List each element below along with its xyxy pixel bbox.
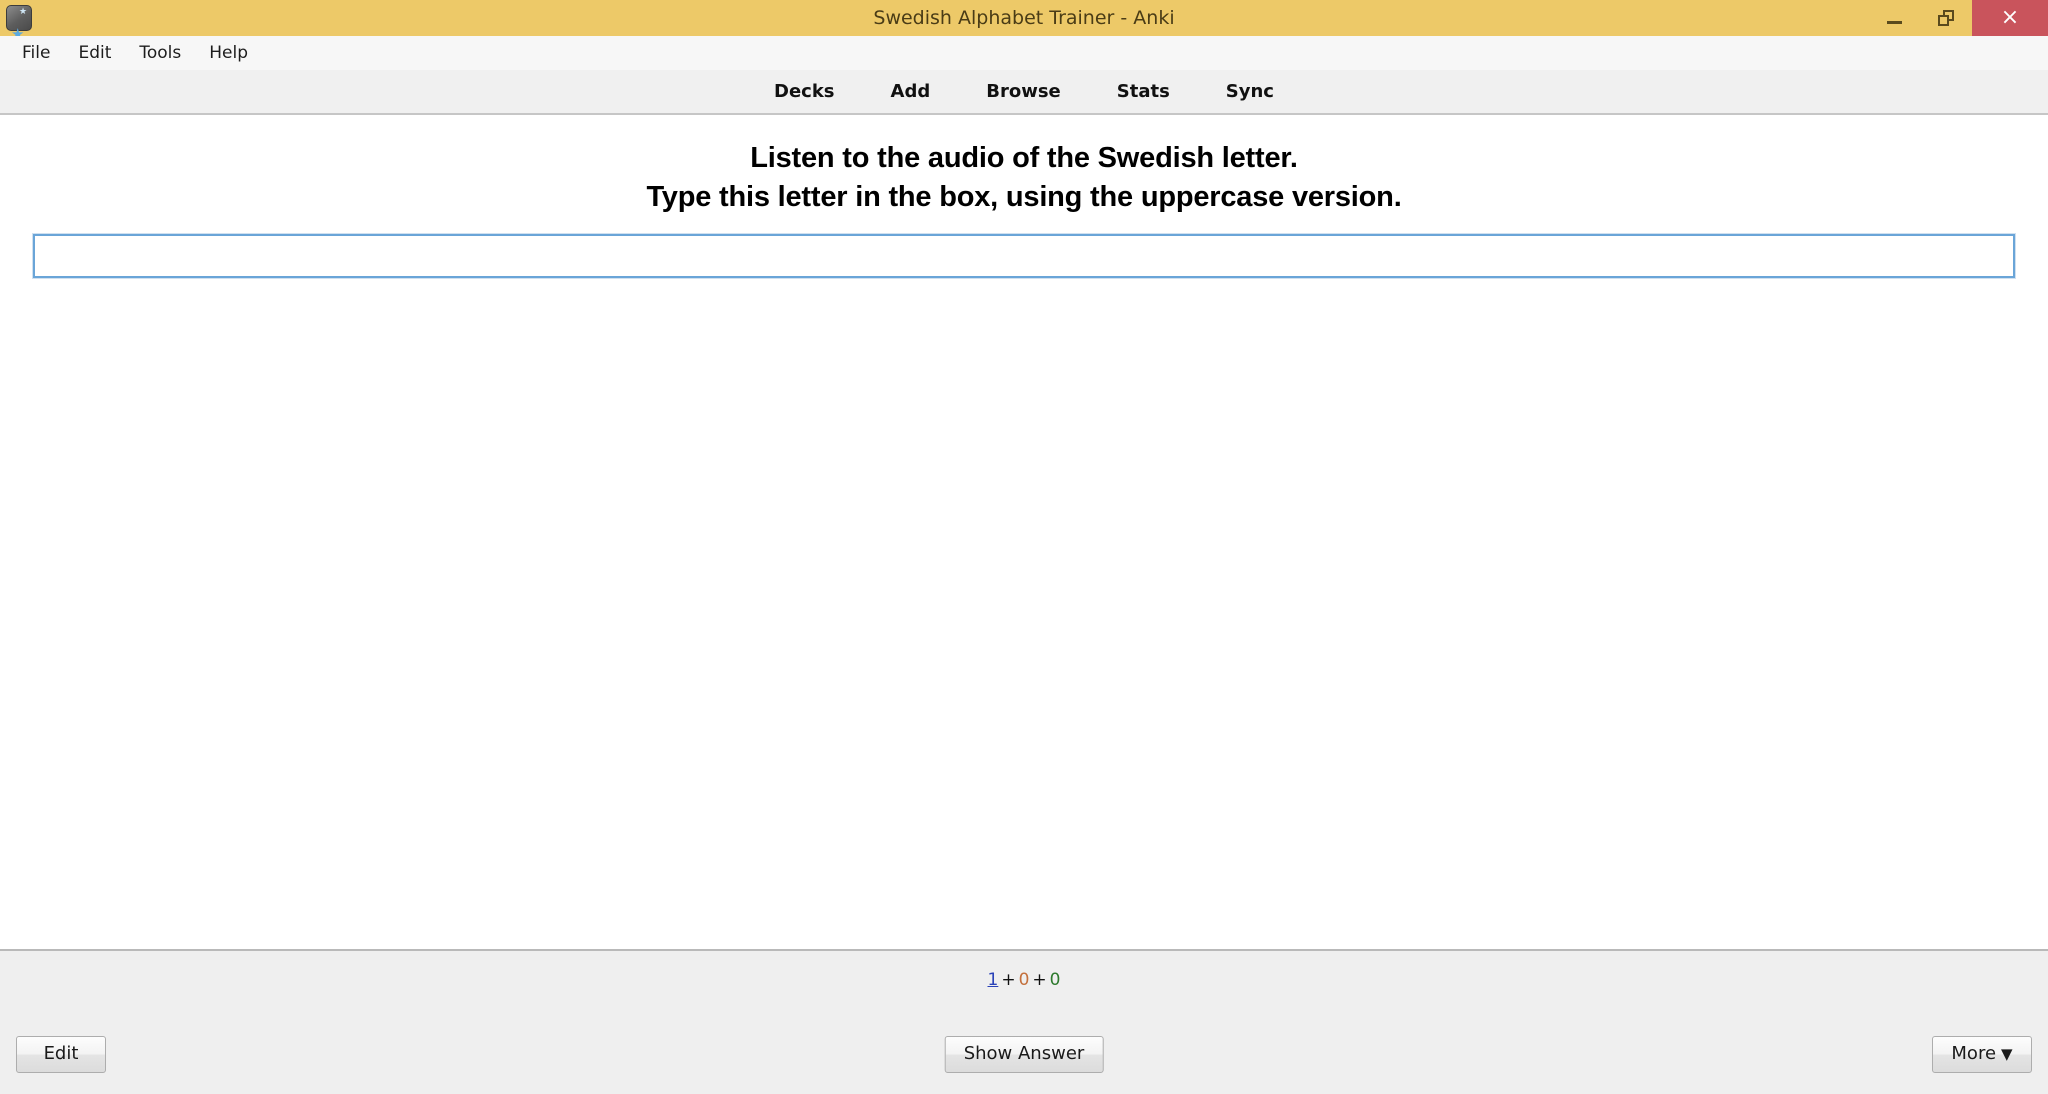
card-counts: 1 +0 +0 xyxy=(0,970,2048,990)
show-answer-button[interactable]: Show Answer xyxy=(944,1036,1104,1073)
nav-item-browse[interactable]: Browse xyxy=(986,81,1061,102)
restore-front-square-icon xyxy=(1938,15,1949,26)
main-navigation-bar: Decks Add Browse Stats Sync xyxy=(0,70,2048,115)
card-question: Listen to the audio of the Swedish lette… xyxy=(0,139,2048,217)
menu-item-help[interactable]: Help xyxy=(195,40,262,66)
menu-bar: File Edit Tools Help xyxy=(0,36,2048,70)
star-small-icon xyxy=(7,6,31,30)
more-button[interactable]: More ▼ xyxy=(1932,1036,2032,1073)
count-review[interactable]: 0 xyxy=(1050,970,1061,990)
more-button-label: More xyxy=(1951,1043,1997,1065)
close-button[interactable]: × xyxy=(1972,0,2048,36)
chevron-down-icon: ▼ xyxy=(2001,1045,2013,1064)
question-line-1: Listen to the audio of the Swedish lette… xyxy=(750,142,1298,174)
close-icon: × xyxy=(2000,5,2020,30)
card-review-area: Listen to the audio of the Swedish lette… xyxy=(0,115,2048,949)
anki-star-icon xyxy=(6,5,32,36)
menu-item-edit[interactable]: Edit xyxy=(64,40,125,66)
anki-main-window: Swedish Alphabet Trainer - Anki × File E… xyxy=(0,0,2048,1094)
nav-item-stats[interactable]: Stats xyxy=(1117,81,1170,102)
window-titlebar: Swedish Alphabet Trainer - Anki × xyxy=(0,0,2048,36)
nav-item-decks[interactable]: Decks xyxy=(774,81,835,102)
window-title: Swedish Alphabet Trainer - Anki xyxy=(873,7,1175,29)
minimize-button[interactable] xyxy=(1868,0,1920,36)
count-plus-1: + xyxy=(1001,970,1016,990)
minimize-icon xyxy=(1886,20,1902,24)
maximize-restore-button[interactable] xyxy=(1920,0,1972,36)
edit-button[interactable]: Edit xyxy=(16,1036,106,1073)
type-answer-container xyxy=(0,232,2048,279)
window-controls: × xyxy=(1868,0,2048,36)
nav-item-add[interactable]: Add xyxy=(891,81,931,102)
question-line-2: Type this letter in the box, using the u… xyxy=(646,180,1402,213)
count-learning[interactable]: 0 xyxy=(1019,970,1030,990)
review-bottom-bar: 1 +0 +0 Edit Show Answer More ▼ xyxy=(0,949,2048,1094)
count-plus-2: + xyxy=(1032,970,1047,990)
count-new[interactable]: 1 xyxy=(988,970,999,990)
menu-item-file[interactable]: File xyxy=(8,40,64,66)
nav-item-sync[interactable]: Sync xyxy=(1226,81,1274,102)
menu-item-tools[interactable]: Tools xyxy=(125,40,195,66)
type-answer-input[interactable] xyxy=(32,232,2016,279)
